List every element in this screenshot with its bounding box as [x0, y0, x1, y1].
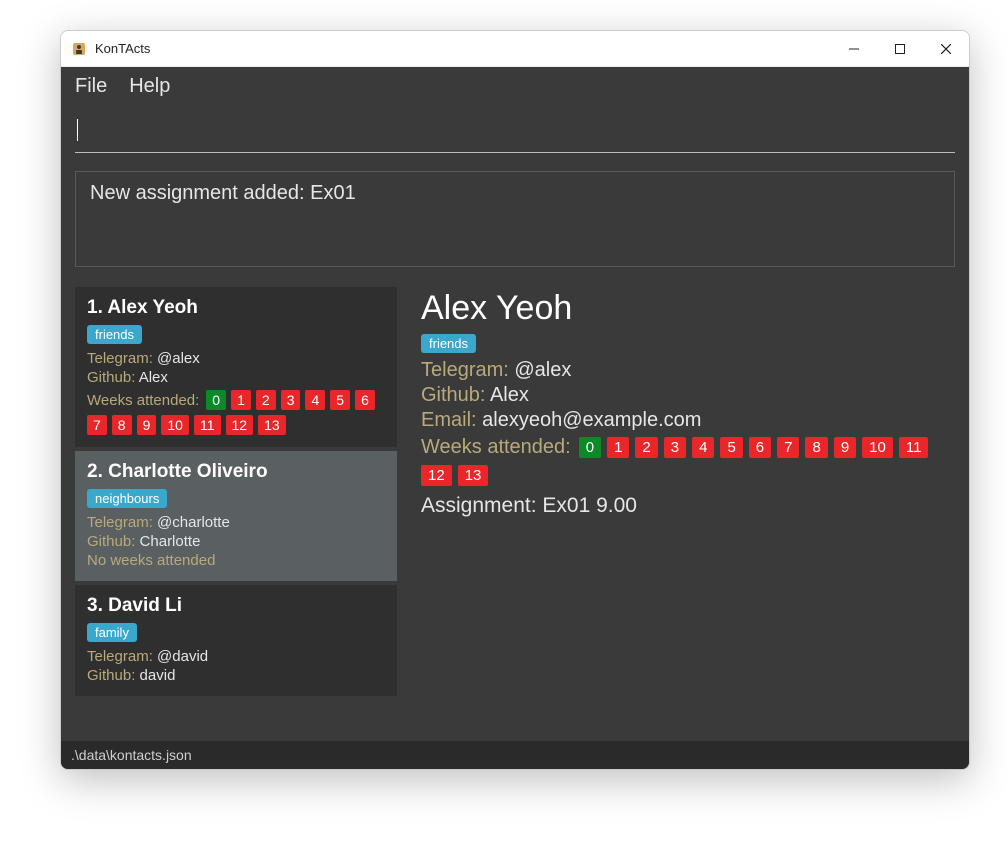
- text-caret: [77, 119, 78, 141]
- contact-card[interactable]: 1. Alex Yeoh friends Telegram: @alex Github…: [75, 287, 397, 447]
- contact-github-row: Github: Alex: [87, 369, 385, 386]
- contact-detail-panel: Alex Yeoh friends Telegram: @alex Github…: [421, 287, 955, 735]
- week-chip: 6: [355, 390, 375, 410]
- week-chip: 8: [805, 437, 827, 458]
- contact-tag: neighbours: [87, 489, 167, 508]
- week-chip: 9: [137, 415, 157, 435]
- week-chip: 11: [194, 415, 221, 435]
- contact-list-panel: 1. Alex Yeoh friends Telegram: @alex Github…: [75, 287, 405, 735]
- contact-telegram-row: Telegram: @charlotte: [87, 514, 385, 531]
- week-chip: 0: [206, 390, 226, 410]
- weeks-label: Weeks attended:: [87, 392, 199, 409]
- detail-github-label: Github:: [421, 384, 485, 406]
- telegram-value: @charlotte: [157, 514, 230, 531]
- github-value: david: [140, 667, 176, 684]
- menubar: File Help: [61, 67, 969, 105]
- menu-help[interactable]: Help: [129, 75, 170, 98]
- status-message: New assignment added: Ex01: [90, 182, 356, 204]
- contact-tag: friends: [87, 325, 142, 344]
- detail-assignment-row: Assignment: Ex01 9.00: [421, 494, 955, 518]
- week-chip: 13: [458, 465, 489, 486]
- week-chip: 10: [161, 415, 189, 435]
- contact-weeks-row: Weeks attended:012345678910111213: [87, 390, 385, 435]
- week-chip: 13: [258, 415, 286, 435]
- telegram-value: @david: [157, 648, 208, 665]
- week-chip: 9: [834, 437, 856, 458]
- week-chip: 10: [862, 437, 893, 458]
- week-chip: 4: [305, 390, 325, 410]
- contact-name: 1. Alex Yeoh: [87, 297, 385, 319]
- week-chip: 1: [231, 390, 251, 410]
- detail-email-label: Email:: [421, 409, 477, 431]
- detail-telegram-label: Telegram:: [421, 359, 509, 381]
- minimize-button[interactable]: [831, 31, 877, 67]
- menu-file[interactable]: File: [75, 75, 107, 98]
- no-weeks-text: No weeks attended: [87, 552, 385, 569]
- contact-telegram-row: Telegram: @alex: [87, 350, 385, 367]
- contact-github-row: Github: Charlotte: [87, 533, 385, 550]
- telegram-value: @alex: [157, 350, 200, 367]
- week-chip: 1: [607, 437, 629, 458]
- command-input[interactable]: [75, 111, 955, 153]
- contact-card[interactable]: 3. David Li family Telegram: @david Github:…: [75, 585, 397, 696]
- week-chip: 7: [87, 415, 107, 435]
- week-chip: 8: [112, 415, 132, 435]
- detail-email-value: alexyeoh@example.com: [482, 409, 701, 431]
- week-chip: 0: [579, 437, 601, 458]
- week-chip: 12: [421, 465, 452, 486]
- status-message-box: New assignment added: Ex01: [75, 171, 955, 267]
- contact-name: 3. David Li: [87, 595, 385, 617]
- command-area: [61, 105, 969, 153]
- content-row: 1. Alex Yeoh friends Telegram: @alex Github…: [61, 275, 969, 741]
- week-chip: 11: [899, 437, 929, 458]
- contact-telegram-row: Telegram: @david: [87, 648, 385, 665]
- contact-name: 2. Charlotte Oliveiro: [87, 461, 385, 483]
- window-controls: [831, 31, 969, 67]
- detail-telegram-value: @alex: [514, 359, 571, 381]
- detail-tag: friends: [421, 334, 476, 353]
- week-chip: 2: [256, 390, 276, 410]
- close-button[interactable]: [923, 31, 969, 67]
- contact-card[interactable]: 2. Charlotte Oliveiro neighbours Telegram:…: [75, 451, 397, 581]
- github-label: Github:: [87, 369, 135, 386]
- maximize-button[interactable]: [877, 31, 923, 67]
- contact-github-row: Github: david: [87, 667, 385, 684]
- week-chip: 6: [749, 437, 771, 458]
- detail-assignment-label: Assignment:: [421, 494, 537, 517]
- github-value: Alex: [139, 369, 168, 386]
- contact-list-scroll[interactable]: 1. Alex Yeoh friends Telegram: @alex Github…: [75, 287, 405, 735]
- telegram-label: Telegram:: [87, 350, 153, 367]
- week-chip: 2: [635, 437, 657, 458]
- week-chip: 3: [664, 437, 686, 458]
- week-chip: 4: [692, 437, 714, 458]
- contact-tag: family: [87, 623, 137, 642]
- footer-statusbar: .\data\kontacts.json: [61, 741, 969, 769]
- week-chip: 5: [330, 390, 350, 410]
- app-body: File Help New assignment added: Ex01 1. …: [61, 67, 969, 769]
- week-chip: 5: [720, 437, 742, 458]
- window-title: KonTActs: [95, 41, 150, 56]
- github-label: Github:: [87, 667, 135, 684]
- detail-name: Alex Yeoh: [421, 289, 955, 328]
- app-icon: [71, 41, 87, 57]
- week-chip: 12: [226, 415, 254, 435]
- telegram-label: Telegram:: [87, 648, 153, 665]
- detail-assignment-value: Ex01 9.00: [542, 494, 637, 517]
- app-window: KonTActs File Help New assignment ad: [60, 30, 970, 770]
- github-value: Charlotte: [140, 533, 201, 550]
- titlebar: KonTActs: [61, 31, 969, 67]
- detail-weeks-label: Weeks attended:: [421, 436, 571, 459]
- github-label: Github:: [87, 533, 135, 550]
- detail-github-value: Alex: [490, 384, 529, 406]
- telegram-label: Telegram:: [87, 514, 153, 531]
- week-chip: 3: [281, 390, 301, 410]
- footer-path: .\data\kontacts.json: [71, 747, 192, 763]
- detail-weeks-row: Weeks attended: 012345678910111213: [421, 436, 955, 486]
- week-chip: 7: [777, 437, 799, 458]
